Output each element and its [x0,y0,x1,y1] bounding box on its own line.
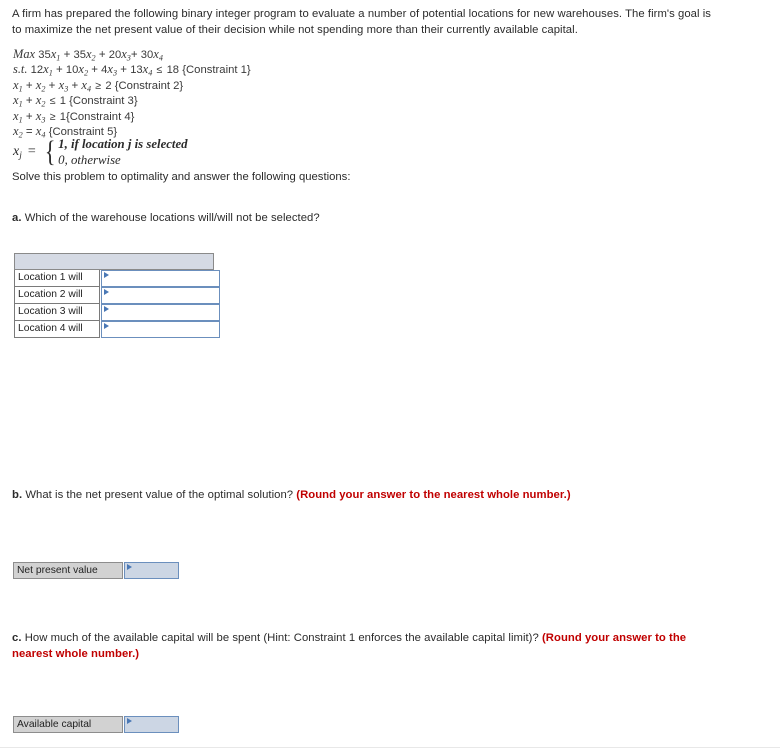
constraint-1-line: s.t. 12x1 + 10x2 + 4x3 + 13x4 ≤ 18 {Cons… [13,62,251,78]
table-row: Location 4 will [14,321,220,338]
net-present-value-input[interactable] [124,562,179,579]
dropdown-caret-icon [103,272,109,278]
question-b-letter: b. [12,489,23,501]
left-brace-glyph: { [44,135,56,168]
available-capital-row: Available capital [13,716,179,733]
available-capital-input[interactable] [124,716,179,733]
question-b-prompt: b. What is the net present value of the … [12,487,742,503]
question-c-letter: c. [12,632,22,644]
table-header-cell [14,253,214,270]
location-2-select[interactable] [101,287,220,304]
net-present-value-row: Net present value [13,562,179,579]
question-a-letter: a. [12,212,22,224]
location-3-label: Location 3 will [14,304,100,321]
table-row: Location 3 will [14,304,220,321]
question-c-text: How much of the available capital will b… [24,632,539,644]
problem-intro-text: A firm has prepared the following binary… [12,8,712,36]
location-1-select[interactable] [101,270,220,287]
question-a-prompt: a. Which of the warehouse locations will… [12,210,712,226]
constraint-2-line: x1 + x2 + x3 + x4 ≥ 2 {Constraint 2} [13,77,184,94]
table-row: Location 1 will [14,270,220,287]
dropdown-caret-icon [103,289,109,295]
definition-case-zero: 0, otherwise [58,153,121,167]
location-1-label: Location 1 will [14,270,100,287]
constraint-4-line: x1 + x3 ≥ 1{Constraint 4} [13,108,135,125]
question-page: A firm has prepared the following binary… [0,0,780,748]
constraint-3-line: x1 + x2 ≤ 1 {Constraint 3} [13,93,138,109]
variable-symbol: xj [13,143,22,161]
objective-function-line: Max 35x1 + 35x2 + 20x3+ 30x4 [13,47,163,63]
question-b-rounding-note: (Round your answer to the nearest whole … [296,489,571,501]
table-row: Location 2 will [14,287,220,304]
question-a-text: Which of the warehouse locations will/wi… [24,212,320,224]
location-3-select[interactable] [101,304,220,321]
binary-variable-definition: xj = { 1, if location j is selected 0, o… [13,136,188,168]
question-c-prompt: c. How much of the available capital wil… [12,630,727,662]
dropdown-caret-icon [126,718,132,724]
dropdown-caret-icon [126,564,132,570]
subject-to-keyword: s.t. [13,62,28,77]
equals-sign: = [27,144,36,159]
solve-instruction-text: Solve this problem to optimality and ans… [12,171,351,183]
dropdown-caret-icon [103,323,109,329]
location-4-label: Location 4 will [14,321,100,338]
model-formulation: Max 35x1 + 35x2 + 20x3+ 30x4 s.t. 12x1 +… [13,47,251,140]
location-2-label: Location 2 will [14,287,100,304]
location-answer-table: Location 1 will Location 2 will Location… [14,253,220,338]
question-b-text: What is the net present value of the opt… [25,489,294,501]
objective-keyword: Max [13,47,36,61]
definition-case-one: 1, if location j is selected [58,137,188,151]
net-present-value-label: Net present value [13,562,123,579]
dropdown-caret-icon [103,306,109,312]
available-capital-label: Available capital [13,716,123,733]
location-4-select[interactable] [101,321,220,338]
